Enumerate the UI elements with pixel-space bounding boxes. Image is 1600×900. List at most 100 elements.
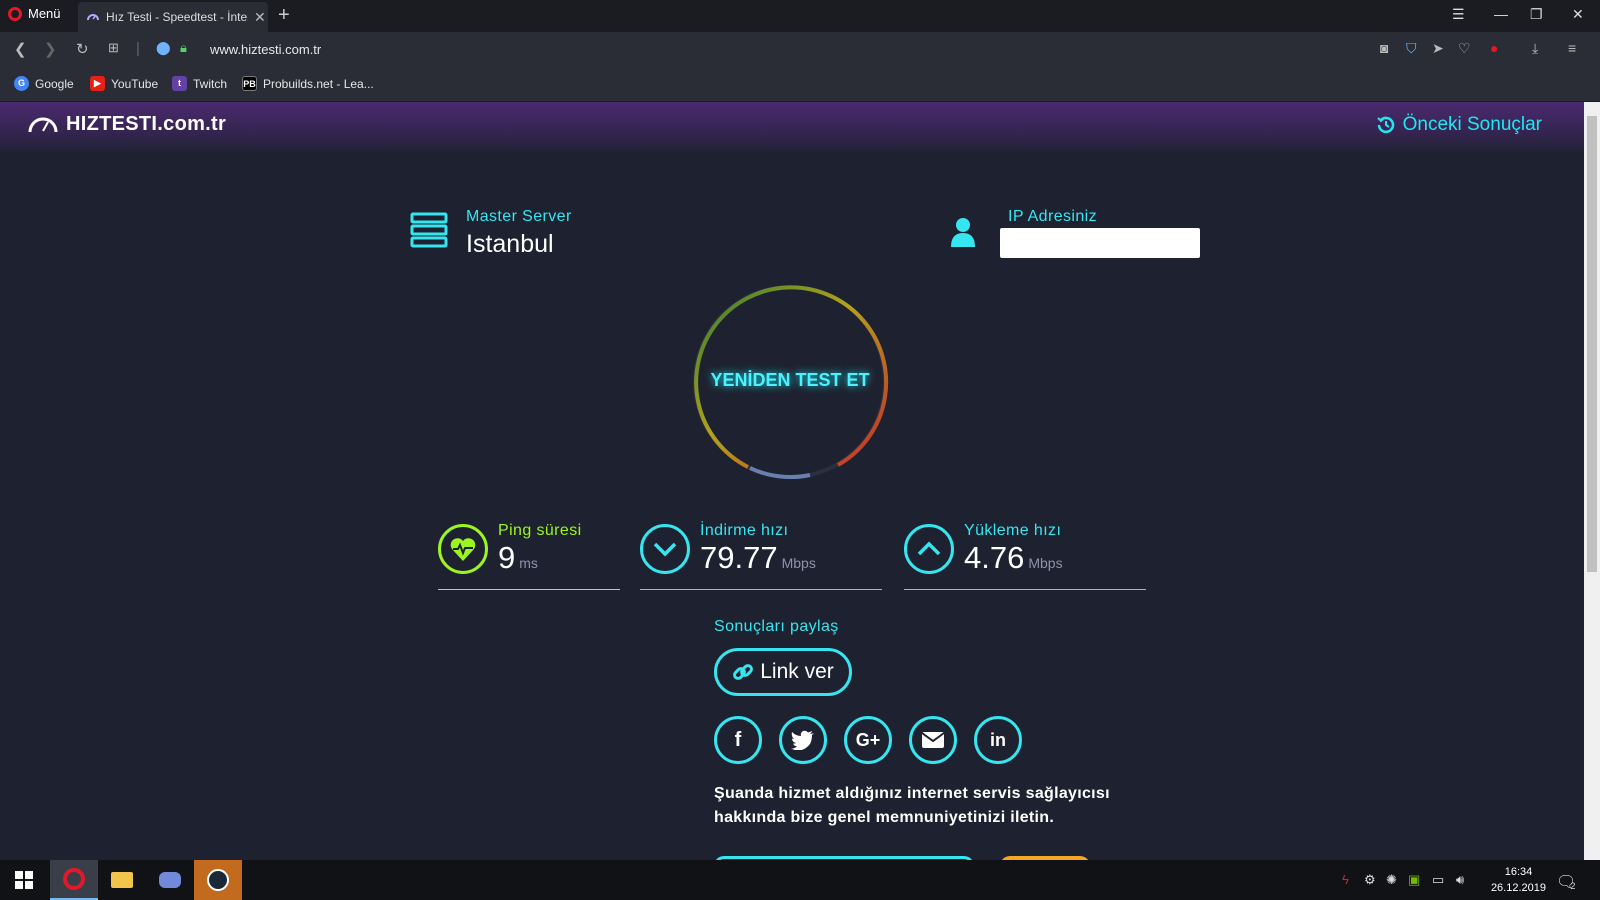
camera-icon[interactable]: ◙ [1380,40,1388,56]
chevron-up-icon [917,541,941,556]
user-icon [951,218,975,247]
download-label: İndirme hızı [700,522,789,539]
nvidia-icon[interactable]: ▣ [1408,872,1420,888]
clock-time: 16:34 [1504,866,1533,878]
bookmark-probuilds[interactable]: PB Probuilds.net - Lea... [242,76,374,91]
back-icon[interactable]: ❮ [14,40,27,58]
bookmark-twitch[interactable]: t Twitch [172,76,227,91]
twitter-share-button[interactable] [779,716,827,764]
share-link-label: Link ver [760,660,834,683]
upload-stat: Yükleme hızı 4.76 Mbps [904,520,1146,590]
opera-taskbar-icon [63,868,85,890]
ip-label: IP Adresiniz [1008,208,1097,225]
linkedin-share-button[interactable]: in [974,716,1022,764]
link-icon [733,664,754,680]
easy-setup-icon[interactable]: ≡ [1568,40,1576,56]
retest-button[interactable]: YENİDEN TEST ET [690,370,890,391]
bookmark-label: Probuilds.net - Lea... [263,76,374,91]
speedometer-logo-icon [28,117,58,133]
ping-unit: ms [519,555,538,571]
upload-unit: Mbps [1028,555,1063,571]
scrollbar-thumb[interactable] [1587,116,1597,572]
heart-icon[interactable]: ♡ [1458,40,1471,57]
linkedin-icon: in [990,729,1006,750]
twitter-icon [791,730,814,750]
restore-icon[interactable]: ❐ [1530,6,1543,23]
send-icon[interactable]: ➤ [1432,40,1444,57]
speedometer-favicon-icon [87,14,99,21]
extension-icon[interactable]: ● [1490,40,1498,56]
menu-label: Menü [28,6,61,21]
site-logo[interactable]: HIZTESTI.com.tr [26,112,226,136]
network-icon[interactable]: ▭ [1432,872,1444,888]
lock-icon[interactable]: 🔒︎ [180,40,187,56]
new-tab-button[interactable]: + [278,4,290,27]
steam-tray-icon[interactable]: ⚙ [1364,872,1376,888]
youtube-icon: ▶ [90,76,105,91]
windows-logo-icon [15,871,33,889]
google-plus-share-button[interactable]: G+ [844,716,892,764]
download-circle [640,524,690,574]
address-bar: ❮ ❯ ↻ ⊞ | ⬤ 🔒︎ www.hiztesti.com.tr ◙ ⛉ ➤… [0,32,1600,68]
windows-taskbar: ϟ ⚙ ✺ ▣ ▭ 🔊︎ 16:34 26.12.2019 🗨︎ 2 [0,860,1600,900]
download-unit: Mbps [781,555,816,571]
upload-label: Yükleme hızı [964,522,1062,539]
tab-menu-icon[interactable]: ☰ [1452,6,1465,23]
chevron-down-icon [653,542,677,557]
download-icon[interactable]: ⤓ [1532,40,1538,57]
bookmark-label: Twitch [193,76,228,91]
ip-value-redacted [1000,228,1200,258]
google-plus-icon: G+ [855,729,881,750]
tray-app-icon[interactable]: ϟ [1342,872,1349,887]
history-icon [1376,116,1394,134]
steam-icon [207,869,229,891]
bookmark-label: Google [35,76,74,91]
settings-tray-icon[interactable]: ✺ [1386,872,1397,888]
url-field[interactable]: www.hiztesti.com.tr [210,42,321,57]
download-value: 79.77 [700,540,778,575]
speed-dial-icon[interactable]: ⊞ [108,40,119,56]
tab-title: Hız Testi - Speedtest - İnternet [106,10,248,24]
bookmark-youtube[interactable]: ▶ YouTube [90,76,158,91]
upload-circle [904,524,954,574]
server-label: Master Server [466,208,572,225]
ping-value: 9 [498,540,516,575]
ping-circle [438,524,488,574]
close-window-icon[interactable]: ✕ [1572,6,1584,23]
tab-close-icon[interactable]: ✕ [254,9,266,26]
share-link-button[interactable]: Link ver [714,648,852,696]
action-center-button[interactable]: 🗨︎ 2 [1556,872,1576,892]
previous-results-label: Önceki Sonuçlar [1402,114,1542,135]
server-value: Istanbul [466,230,554,258]
minimize-icon[interactable]: — [1494,6,1508,22]
probuilds-icon: PB [242,76,257,91]
discord-icon [159,872,181,888]
opera-menu-button[interactable]: Menü [8,6,61,21]
reload-icon[interactable]: ↻ [76,40,89,58]
facebook-icon: f [734,728,742,751]
vpn-shield-icon[interactable]: ⛉ [1406,40,1417,57]
facebook-share-button[interactable]: f [714,716,762,764]
download-stat: İndirme hızı 79.77 Mbps [640,520,882,590]
location-icon[interactable]: ⬤ [156,40,171,56]
taskbar-steam[interactable] [194,860,242,900]
twitch-icon: t [172,76,187,91]
opera-logo-icon [8,6,22,21]
start-button[interactable] [0,860,48,900]
google-icon: G [14,76,29,91]
server-icon [410,212,448,248]
bookmark-google[interactable]: G Google [14,76,74,91]
upload-value: 4.76 [964,540,1025,575]
volume-icon[interactable]: 🔊︎ [1456,872,1464,888]
forward-icon[interactable]: ❯ [44,40,57,58]
logo-text: HIZTESTI.com.tr [66,112,227,135]
taskbar-discord[interactable] [146,860,194,900]
email-share-button[interactable] [909,716,957,764]
notification-count: 2 [1570,881,1576,891]
browser-tab[interactable]: Hız Testi - Speedtest - İnternet ✕ [78,2,268,32]
taskbar-explorer[interactable] [98,860,146,900]
taskbar-opera[interactable] [50,860,98,900]
previous-results-link[interactable]: Önceki Sonuçlar [1376,114,1542,136]
taskbar-clock[interactable]: 16:34 26.12.2019 [1491,864,1546,896]
tab-bar: Menü Hız Testi - Speedtest - İnternet ✕ … [0,0,1600,32]
